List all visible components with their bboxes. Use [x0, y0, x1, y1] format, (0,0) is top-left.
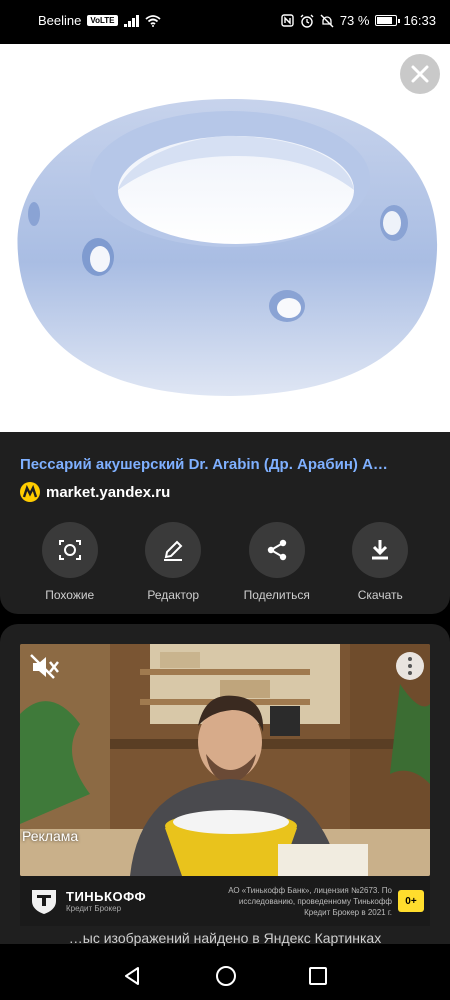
- share-button[interactable]: Поделиться: [227, 522, 327, 602]
- editor-button[interactable]: Редактор: [123, 522, 223, 602]
- ad-legal-text: АО «Тинькофф Банк», лицензия №2673. По и…: [228, 885, 392, 917]
- ad-more-options-button[interactable]: [396, 652, 424, 680]
- status-left: Beeline VoLTE: [38, 13, 161, 28]
- wifi-icon: [144, 14, 161, 27]
- signal-icon: [123, 14, 139, 27]
- action-label: Редактор: [147, 588, 200, 602]
- age-rating-badge: 0+: [398, 890, 424, 912]
- pessary-image[interactable]: [0, 44, 450, 432]
- status-right: 73 % 16:33: [281, 13, 436, 28]
- close-icon: [411, 65, 429, 83]
- download-icon: [372, 540, 389, 560]
- carrier-name: Beeline: [38, 13, 82, 28]
- mute-icon: [320, 14, 334, 27]
- action-label: Поделиться: [243, 588, 310, 602]
- share-icon: [267, 539, 286, 561]
- back-icon[interactable]: [123, 966, 143, 986]
- source-link[interactable]: market.yandex.ru: [20, 482, 170, 502]
- download-button[interactable]: Скачать: [330, 522, 430, 602]
- volte-badge: VoLTE: [87, 15, 118, 26]
- alarm-icon: [300, 14, 314, 28]
- nfc-icon: [281, 14, 294, 27]
- image-info-sheet: Пессарий акушерский Dr. Arabin (Др. Араб…: [0, 432, 450, 614]
- ad-card: Реклама ТИНЬКОФФ Кредит Брокер АО «Тиньк…: [0, 624, 450, 944]
- status-bar: Beeline VoLTE 73 % 16:33: [0, 0, 450, 44]
- pencil-icon: [164, 540, 183, 561]
- action-row: Похожие Редактор Поделиться Скачать: [0, 522, 450, 602]
- home-icon[interactable]: [215, 965, 237, 987]
- tinkoff-logo-icon: [32, 890, 56, 914]
- source-domain: market.yandex.ru: [46, 483, 171, 501]
- action-circle: [41, 522, 98, 578]
- action-label: Скачать: [357, 588, 403, 602]
- action-circle: [248, 522, 305, 578]
- close-button[interactable]: [400, 54, 440, 94]
- ad-brand-subtitle: Кредит Брокер: [66, 904, 122, 913]
- results-count-text: …ыс изображений найдено в Яндекс Картинк…: [68, 930, 382, 946]
- battery-icon: [375, 15, 401, 26]
- ad-brand-name: ТИНЬКОФФ: [66, 889, 147, 904]
- image-viewer[interactable]: [0, 44, 450, 432]
- market-icon: [20, 482, 40, 502]
- battery-percent: 73 %: [339, 13, 370, 28]
- clock: 16:33: [403, 13, 436, 28]
- ad-video-frame: [20, 644, 430, 876]
- ad-label: Реклама: [22, 828, 79, 844]
- muted-sound-icon[interactable]: [30, 654, 60, 680]
- ad-brand-text: ТИНЬКОФФ Кредит Брокер: [66, 889, 146, 913]
- recents-icon[interactable]: [309, 967, 327, 985]
- system-nav-bar: [0, 952, 450, 1000]
- action-circle: [145, 522, 202, 578]
- action-circle: [352, 522, 409, 578]
- ad-video[interactable]: [20, 644, 430, 876]
- ad-brand-banner[interactable]: ТИНЬКОФФ Кредит Брокер АО «Тинькофф Банк…: [20, 876, 430, 926]
- lens-icon: [58, 540, 81, 560]
- similar-button[interactable]: Похожие: [20, 522, 120, 602]
- action-label: Похожие: [45, 588, 95, 602]
- result-title-link[interactable]: Пессарий акушерский Dr. Arabin (Др. Араб…: [20, 456, 430, 473]
